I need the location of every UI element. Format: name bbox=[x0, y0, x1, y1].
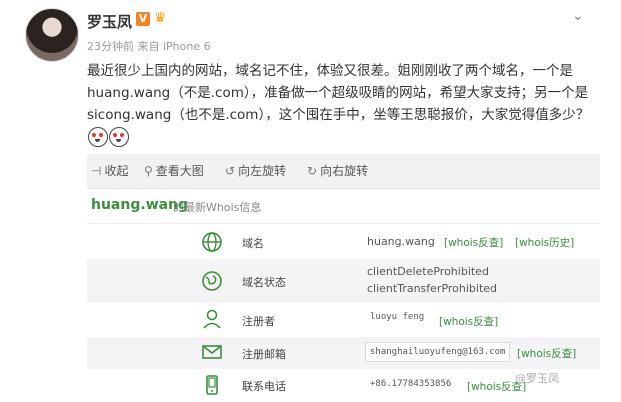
emoji-icon bbox=[88, 127, 108, 147]
collapse-button[interactable]: ⊣ 收起 bbox=[91, 162, 128, 179]
person-icon bbox=[203, 309, 221, 329]
image-panel: ⊣ 收起 ⚲ 查看大图 ↺ 向左旋转 ↻ 向右旋转 huang.wang 的最新Whoi… bbox=[87, 154, 600, 402]
row-value: luoyu feng bbox=[370, 312, 425, 322]
post-content: 最近很少上国内的网站，域名记不住，体验又很差。姐刚刚收了两个域名，一个是huan… bbox=[87, 60, 607, 148]
whois-reverse-link[interactable]: [whois反查] bbox=[517, 346, 576, 361]
avatar[interactable] bbox=[25, 8, 79, 62]
whois-row: 域名状态 clientDeleteProhibited clientTransf… bbox=[87, 259, 600, 303]
verified-badge-icon: V bbox=[136, 12, 150, 26]
rotate-left-icon: ↺ bbox=[225, 164, 236, 178]
globe-icon bbox=[202, 232, 222, 252]
whois-row: 域名 huang.wang [whois反查] [whois历史] bbox=[87, 225, 600, 259]
chevron-down-icon[interactable]: ⌄ bbox=[572, 8, 584, 24]
row-label: 域名状态 bbox=[242, 276, 286, 289]
row-label: 联系电话 bbox=[242, 380, 286, 393]
username[interactable]: 罗玉凤 bbox=[87, 11, 132, 32]
whois-reverse-link[interactable]: [whois反查] bbox=[439, 314, 498, 329]
vip-crown-icon: ♛ bbox=[154, 10, 167, 26]
rotate-right-button[interactable]: ↻ 向右旋转 bbox=[307, 162, 368, 179]
whois-row: 注册者 luoyu feng [whois反查] bbox=[87, 303, 600, 337]
post-text: 最近很少上国内的网站，域名记不住，体验又很差。姐刚刚收了两个域名，一个是huan… bbox=[87, 63, 590, 123]
rotate-right-icon: ↻ bbox=[307, 164, 318, 178]
collapse-icon: ⊣ bbox=[91, 164, 102, 178]
whois-history-link[interactable]: [whois历史] bbox=[515, 235, 574, 250]
mail-icon bbox=[202, 345, 222, 359]
post-meta: 23分钟前 来自 iPhone 6 bbox=[87, 40, 211, 53]
whois-header: huang.wang 的最新Whois信息 bbox=[87, 189, 600, 224]
view-large-button[interactable]: ⚲ 查看大图 bbox=[144, 162, 204, 179]
row-value: huang.wang bbox=[367, 235, 435, 248]
rotate-left-button[interactable]: ↺ 向左旋转 bbox=[225, 162, 286, 179]
whois-subtitle: 的最新Whois信息 bbox=[173, 201, 262, 214]
emoji-icon bbox=[109, 127, 129, 147]
whois-row: 注册邮箱 shanghailuoyufeng@163.com [whois反查] bbox=[87, 337, 600, 369]
row-value: +86.17784353856 bbox=[370, 379, 452, 389]
globe-status-icon bbox=[202, 271, 222, 291]
row-value: clientDeleteProhibited bbox=[367, 265, 489, 278]
row-label: 注册邮箱 bbox=[242, 348, 286, 361]
row-label: 注册者 bbox=[242, 315, 275, 328]
magnifier-icon: ⚲ bbox=[144, 164, 153, 178]
whois-reverse-link[interactable]: [whois反查] bbox=[444, 235, 503, 250]
row-value: clientTransferProhibited bbox=[367, 282, 498, 295]
image-toolbar: ⊣ 收起 ⚲ 查看大图 ↺ 向左旋转 ↻ 向右旋转 bbox=[87, 154, 600, 188]
row-value: shanghailuoyufeng@163.com bbox=[365, 342, 511, 362]
row-label: 域名 bbox=[242, 237, 264, 250]
watermark: @罗玉凤 bbox=[515, 372, 559, 385]
phone-icon bbox=[206, 375, 218, 395]
